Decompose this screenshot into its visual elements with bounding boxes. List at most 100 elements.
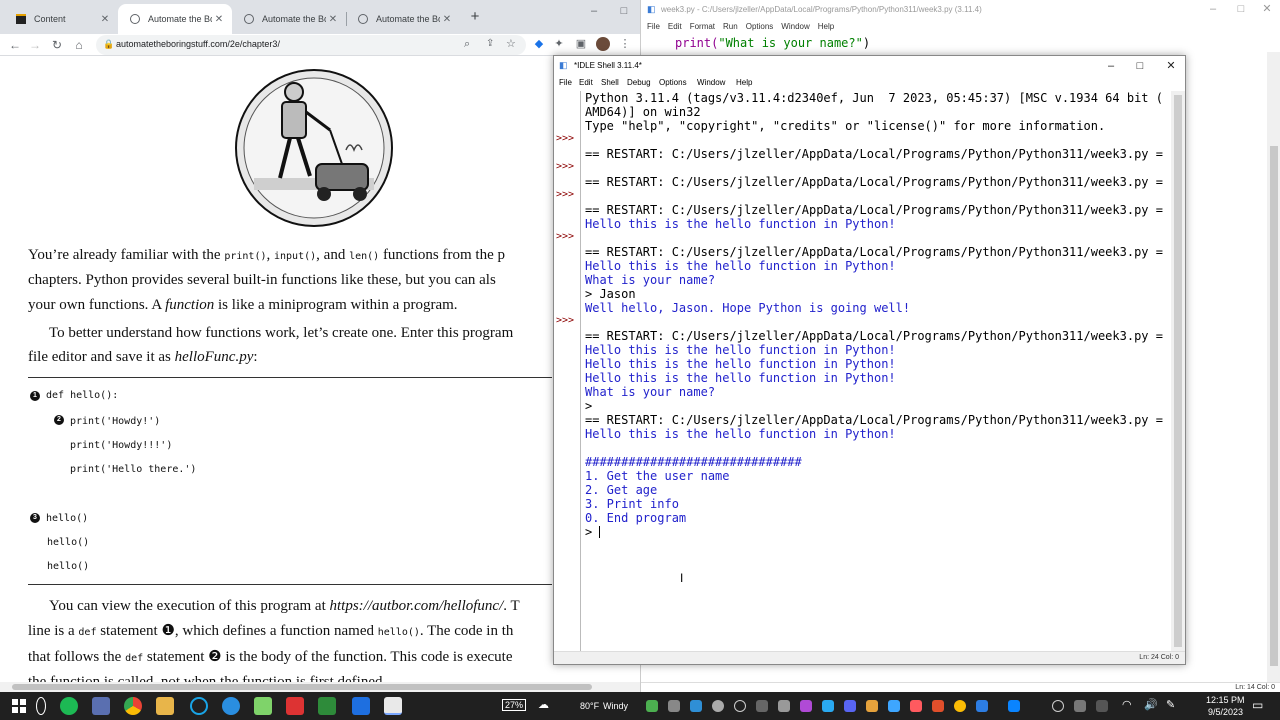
extension-drop-icon[interactable]: ◆ — [532, 37, 546, 51]
tray-app-icon[interactable] — [690, 700, 702, 712]
wifi-icon[interactable]: ◠ — [1122, 698, 1132, 711]
clock-date[interactable]: 9/5/2023 — [1208, 707, 1243, 717]
tray-app-icon[interactable] — [954, 700, 966, 712]
menu-run[interactable]: Run — [723, 22, 738, 31]
editor-vertical-scrollbar[interactable] — [1267, 52, 1280, 682]
scrollbar-thumb[interactable] — [12, 684, 592, 690]
shell-output[interactable]: Python 3.11.4 (tags/v3.11.4:d2340ef, Jun… — [585, 91, 1173, 651]
minimize-icon[interactable]: – — [1201, 0, 1225, 18]
editor-code-line[interactable]: print("What is your name?") — [675, 36, 870, 50]
reload-icon[interactable]: ↻ — [48, 36, 66, 54]
tab-automate-3[interactable]: Automate the Boring ✕ — [346, 4, 460, 34]
tray-app-icon[interactable] — [1096, 700, 1108, 712]
tray-app-icon[interactable] — [1052, 700, 1064, 712]
back-arrow-icon[interactable]: ← — [6, 36, 24, 54]
chrome-icon[interactable] — [124, 697, 142, 715]
extensions-puzzle-icon[interactable]: ✦ — [552, 37, 566, 51]
tray-app-icon[interactable] — [1074, 700, 1086, 712]
maximize-icon[interactable]: □ — [1229, 0, 1253, 18]
close-icon[interactable]: ✕ — [98, 14, 112, 25]
spotify-icon[interactable] — [60, 697, 78, 715]
tab-content[interactable]: Content ✕ — [4, 4, 118, 34]
skype-icon[interactable] — [1008, 700, 1020, 712]
menu-file[interactable]: File — [647, 22, 660, 31]
menu-debug[interactable]: Debug — [627, 78, 651, 87]
menu-options[interactable]: Options — [659, 78, 687, 87]
tray-app-icon[interactable] — [910, 700, 922, 712]
menu-file[interactable]: File — [559, 78, 572, 87]
menu-window[interactable]: Window — [697, 78, 725, 87]
close-icon[interactable]: ✕ — [1159, 57, 1183, 75]
voice-app-icon[interactable] — [286, 697, 304, 715]
tray-app-icon[interactable] — [734, 700, 746, 712]
menu-edit[interactable]: Edit — [668, 22, 682, 31]
idle-titlebar[interactable]: ◧ *IDLE Shell 3.11.4* – □ ✕ — [554, 56, 1185, 76]
address-bar[interactable]: 🔒 automatetheboringstuff.com/2e/chapter3… — [96, 35, 526, 55]
notifications-icon[interactable]: ▭ — [1252, 698, 1263, 712]
menu-edit[interactable]: Edit — [579, 78, 593, 87]
tray-app-icon[interactable] — [866, 700, 878, 712]
menu-options[interactable]: Options — [746, 22, 774, 31]
new-tab-plus-icon[interactable]: + — [466, 8, 484, 26]
app-icon[interactable] — [92, 697, 110, 715]
idle-taskbar-icon[interactable] — [384, 697, 402, 715]
scrollbar-thumb[interactable] — [1174, 95, 1182, 647]
home-icon[interactable]: ⌂ — [70, 36, 88, 54]
tray-app-icon[interactable] — [844, 700, 856, 712]
tray-app-icon[interactable] — [668, 700, 680, 712]
minimize-icon[interactable]: – — [582, 2, 606, 20]
paragraph-line: that follows the def statement ❷ is the … — [28, 649, 513, 665]
profile-avatar[interactable] — [596, 37, 610, 51]
file-explorer-icon[interactable] — [156, 697, 174, 715]
volume-icon[interactable]: 🔊 — [1144, 698, 1158, 711]
tray-app-icon[interactable] — [800, 700, 812, 712]
share-icon[interactable]: ⇪ — [486, 38, 494, 49]
tray-app-icon[interactable] — [646, 700, 658, 712]
side-panel-icon[interactable]: ▣ — [574, 37, 588, 51]
tab-automate-active[interactable]: Automate the Boring ✕ — [118, 4, 232, 34]
maximize-icon[interactable]: □ — [1128, 57, 1152, 75]
tray-app-icon[interactable] — [932, 700, 944, 712]
menu-window[interactable]: Window — [781, 22, 809, 31]
code-string: "What is your name?" — [718, 36, 863, 50]
pen-icon[interactable]: ✎ — [1166, 698, 1175, 711]
menu-help[interactable]: Help — [818, 22, 834, 31]
close-icon[interactable]: ✕ — [1255, 0, 1279, 18]
editor-title: week3.py - C:/Users/jlzeller/AppData/Loc… — [661, 5, 982, 14]
shell-line: == RESTART: C:/Users/jlzeller/AppData/Lo… — [585, 329, 1163, 343]
tray-app-icon[interactable] — [822, 700, 834, 712]
weather-desc[interactable]: Windy — [603, 701, 628, 711]
menu-format[interactable]: Format — [690, 22, 715, 31]
search-icon[interactable] — [36, 697, 46, 715]
tray-app-icon[interactable] — [778, 700, 790, 712]
tray-app-icon[interactable] — [976, 700, 988, 712]
close-icon[interactable]: ✕ — [212, 14, 226, 25]
horizontal-scrollbar[interactable] — [0, 682, 640, 692]
app-icon[interactable] — [254, 697, 272, 715]
close-icon[interactable]: ✕ — [440, 14, 454, 25]
app-ring-icon[interactable] — [190, 697, 208, 715]
menu-shell[interactable]: Shell — [601, 78, 619, 87]
bookmark-star-icon[interactable]: ☆ — [506, 37, 516, 50]
close-icon[interactable]: ✕ — [326, 14, 340, 25]
tray-app-icon[interactable] — [888, 700, 900, 712]
pycharm-icon[interactable] — [318, 697, 336, 715]
menu-help[interactable]: Help — [736, 78, 752, 87]
idle-vertical-scrollbar[interactable] — [1171, 91, 1185, 651]
zoom-search-icon[interactable]: ⌕ — [464, 38, 470, 51]
tray-app-icon[interactable] — [756, 700, 768, 712]
tray-app-icon[interactable] — [712, 700, 724, 712]
battery-indicator[interactable]: 27% — [502, 699, 527, 711]
zoom-icon[interactable] — [352, 697, 370, 715]
start-windows-icon[interactable] — [10, 697, 28, 715]
maximize-icon[interactable]: □ — [612, 2, 636, 20]
minimize-icon[interactable]: – — [1099, 57, 1123, 75]
paragraph-line: chapters. Python provides several built-… — [28, 272, 496, 288]
clock-time[interactable]: 12:15 PM — [1206, 695, 1245, 705]
edge-icon[interactable] — [222, 697, 240, 715]
weather-temp[interactable]: 80°F — [580, 701, 599, 711]
more-menu-icon[interactable]: ⋮ — [618, 37, 632, 51]
tab-automate-2[interactable]: Automate the Boring ✕ — [232, 4, 346, 34]
forward-arrow-icon[interactable]: → — [26, 36, 44, 54]
scrollbar-thumb[interactable] — [1270, 146, 1278, 666]
